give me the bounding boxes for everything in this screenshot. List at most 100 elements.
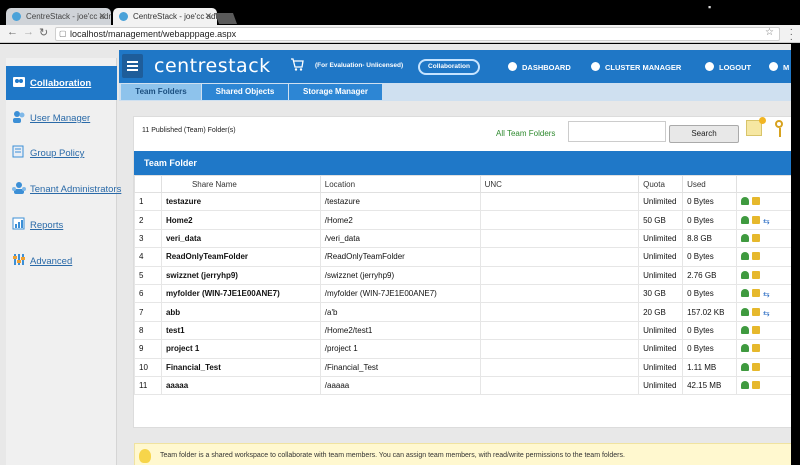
assign-users-icon[interactable] (741, 362, 750, 371)
forward-icon[interactable]: → (23, 26, 34, 38)
cart-icon[interactable] (290, 58, 304, 71)
assign-users-icon[interactable] (741, 325, 750, 334)
page-icon: ▢ (59, 29, 67, 38)
share-name-cell: Home2 (160, 210, 321, 230)
sidebar-item-advanced[interactable]: Advanced (6, 244, 117, 278)
sidebar-item-group-policy[interactable]: Group Policy (6, 136, 117, 170)
assign-users-icon[interactable] (741, 344, 750, 353)
table-row[interactable]: 6 myfolder (WIN-7JE1E00ANE7)/myfolder (WI… (134, 283, 799, 304)
column-header-used[interactable]: Used (682, 175, 738, 193)
table-row[interactable]: 10 Financial_Test/Financial_Test Unlimited… (134, 357, 799, 377)
browser-tab-active[interactable]: CentreStack - joe'cc admi ✕ (113, 8, 217, 25)
share-name-cell: abb (160, 302, 321, 322)
dashboard-link[interactable]: DASHBOARD (508, 62, 571, 72)
table-row[interactable]: 7 abb/a'b 20 GB 157.02 KB ⇆ (134, 302, 799, 322)
row-index: 7 (134, 302, 162, 322)
sync-icon[interactable]: ⇆ (763, 309, 772, 317)
sidebar-item-label: Advanced (30, 256, 73, 267)
search-button[interactable]: Search (669, 125, 739, 143)
dashboard-icon (508, 62, 517, 71)
used-cell: 42.15 MB (682, 375, 738, 396)
used-cell: 0 Bytes (682, 191, 738, 212)
remove-folder-icon[interactable] (752, 344, 761, 353)
share-name-cell: ReadOnlyTeamFolder (160, 247, 321, 267)
sidebar-item-tenant-administrators[interactable]: Tenant Administrators (6, 172, 121, 206)
sidebar-item-collaboration[interactable]: Collaboration (6, 66, 117, 100)
bookmark-star-icon[interactable]: ☆ (765, 27, 774, 39)
table-row[interactable]: 1 testazure/testazure Unlimited 0 Bytes (134, 191, 799, 212)
back-icon[interactable]: ← (7, 26, 18, 38)
row-index: 3 (134, 228, 162, 249)
assign-users-icon[interactable] (741, 252, 750, 261)
assign-users-icon[interactable] (741, 381, 750, 390)
location-cell: /veri_data (319, 228, 481, 249)
remove-folder-icon[interactable] (752, 197, 761, 206)
new-folder-icon[interactable] (746, 117, 766, 136)
table-row[interactable]: 3 veri_data/veri_data Unlimited 8.8 GB (134, 228, 799, 249)
row-index: 9 (134, 339, 162, 359)
table-row[interactable]: 8 test1/Home2/test1 Unlimited 0 Bytes (134, 320, 799, 341)
remove-folder-icon[interactable] (752, 215, 761, 224)
assign-users-icon[interactable] (741, 289, 750, 298)
sidebar-item-user-manager[interactable]: User Manager (6, 101, 117, 135)
tab-storage-manager[interactable]: Storage Manager (289, 84, 382, 100)
close-tab-icon[interactable]: ✕ (204, 8, 212, 25)
published-count: 11 Published (Team) Folder(s) (142, 127, 236, 134)
table-row[interactable]: 11 aaaaa/aaaaa Unlimited 42.15 MB (134, 375, 799, 396)
sync-icon[interactable]: ⇆ (763, 291, 772, 299)
sync-icon[interactable]: ⇆ (763, 217, 772, 225)
assign-users-icon[interactable] (741, 307, 750, 316)
sidebar-item-reports[interactable]: Reports (6, 208, 117, 242)
assign-users-icon[interactable] (741, 215, 750, 224)
collaboration-button[interactable]: Collaboration (418, 59, 480, 75)
remove-folder-icon[interactable] (752, 325, 761, 334)
actions-cell (736, 357, 799, 377)
actions-cell (736, 191, 799, 212)
column-header-location[interactable]: Location (319, 175, 481, 193)
table-row[interactable]: 4 ReadOnlyTeamFolder/ReadOnlyTeamFolder Un… (134, 247, 799, 267)
quota-cell: Unlimited (638, 191, 684, 212)
new-tab-button[interactable] (214, 13, 238, 24)
remove-folder-icon[interactable] (752, 307, 761, 316)
close-tab-icon[interactable]: ✕ (98, 8, 106, 25)
tab-shared-objects[interactable]: Shared Objects (202, 84, 288, 100)
assign-users-icon[interactable] (741, 197, 750, 206)
all-team-folders-filter[interactable]: All Team Folders (496, 129, 555, 138)
remove-folder-icon[interactable] (752, 362, 761, 371)
remove-folder-icon[interactable] (752, 252, 761, 261)
used-cell: 2.76 GB (682, 265, 738, 285)
assign-users-icon[interactable] (741, 233, 750, 242)
search-input[interactable] (568, 121, 666, 142)
table-row[interactable]: 9 project 1/project 1 Unlimited 0 Bytes (134, 339, 799, 359)
address-bar[interactable]: ▢ localhost/management/webapppage.aspx ☆ (55, 27, 780, 41)
table-row[interactable]: 2 Home2/Home2 50 GB 0 Bytes ⇆ (134, 210, 799, 230)
reload-icon[interactable]: ↻ (39, 26, 48, 39)
actions-cell (736, 320, 799, 341)
minimize-icon[interactable]: ▪ (708, 2, 711, 12)
hamburger-menu-button[interactable] (122, 54, 143, 78)
favicon-icon (119, 12, 128, 21)
row-index: 11 (134, 375, 162, 396)
assign-users-icon[interactable] (741, 270, 750, 279)
used-cell: 0 Bytes (682, 339, 738, 359)
key-icon[interactable] (775, 120, 783, 137)
row-index: 5 (134, 265, 162, 285)
remove-folder-icon[interactable] (752, 289, 761, 298)
column-header-unc[interactable]: UNC (479, 175, 640, 193)
logout-link[interactable]: LOGOUT (705, 62, 751, 72)
cluster-manager-link[interactable]: CLUSTER MANAGER (591, 62, 681, 72)
remove-folder-icon[interactable] (752, 233, 761, 242)
actions-cell (736, 247, 799, 267)
table-row[interactable]: 5 swizznet (jerryhp9)/swizznet (jerryhp9)… (134, 265, 799, 285)
browser-tab[interactable]: CentreStack - joe'cc admi ✕ (6, 8, 111, 25)
remove-folder-icon[interactable] (752, 270, 761, 279)
browser-menu-icon[interactable]: · · · (790, 25, 793, 45)
column-header-share-name[interactable]: Share Name (160, 175, 321, 193)
column-header-quota[interactable]: Quota (638, 175, 684, 193)
tab-team-folders[interactable]: Team Folders (121, 84, 201, 100)
location-cell: /a'b (319, 302, 481, 322)
remove-folder-icon[interactable] (752, 381, 761, 390)
row-index: 8 (134, 320, 162, 341)
sidebar-item-label: Reports (30, 220, 64, 231)
more-menu-link[interactable]: M (769, 62, 789, 72)
